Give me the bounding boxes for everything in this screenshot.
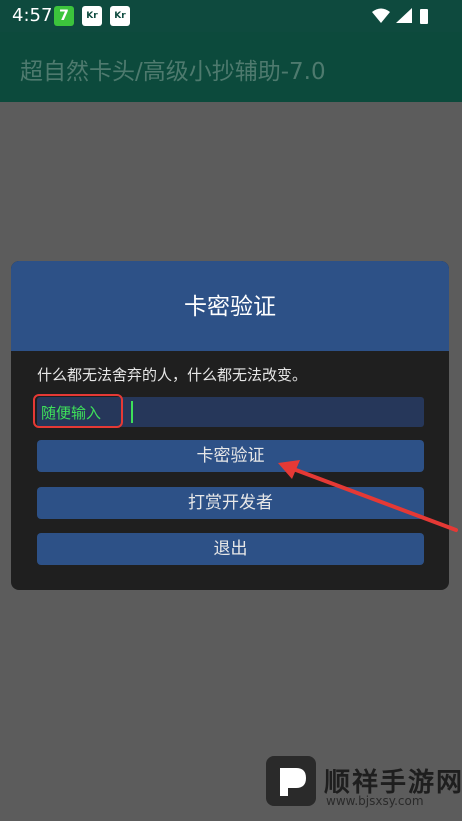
- notification-icon: Kr: [110, 6, 130, 26]
- watermark-logo-icon: [266, 756, 316, 806]
- dialog-header: 卡密验证: [11, 261, 449, 351]
- system-status-icons: [372, 8, 428, 24]
- dialog-title: 卡密验证: [184, 294, 276, 320]
- notification-icon: Kr: [82, 6, 102, 26]
- site-watermark: 顺祥手游网 www.bjsxsy.com: [262, 752, 462, 812]
- wifi-icon: [372, 8, 390, 23]
- status-time: 4:57: [12, 5, 53, 26]
- watermark-url: www.bjsxsy.com: [326, 794, 424, 808]
- status-bar: 4:57 7 Kr Kr: [0, 0, 462, 32]
- dialog-message: 什么都无法舍弃的人，什么都无法改变。: [37, 366, 308, 384]
- notification-icon: 7: [54, 6, 74, 26]
- annotation-highlight-box: [33, 394, 123, 428]
- app-title: 超自然卡头/高级小抄辅助-7.0: [20, 59, 326, 85]
- signal-icon: [396, 8, 412, 23]
- app-bar: 超自然卡头/高级小抄辅助-7.0: [0, 32, 462, 102]
- text-caret: [131, 401, 133, 423]
- battery-icon: [420, 9, 428, 24]
- annotation-arrow: [278, 460, 458, 532]
